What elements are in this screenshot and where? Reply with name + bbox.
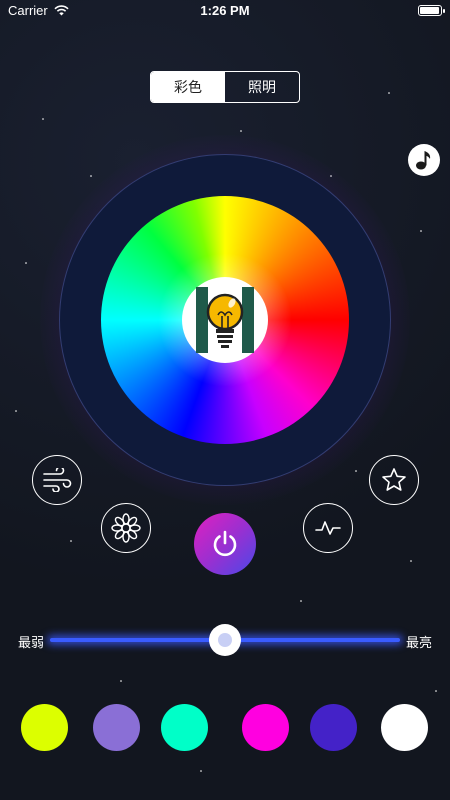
brightness-control: 最弱 最亮 xyxy=(0,623,450,657)
clock: 1:26 PM xyxy=(200,3,250,18)
preset-color-2[interactable] xyxy=(93,704,140,751)
preset-colors xyxy=(0,704,450,752)
flower-icon xyxy=(111,513,141,543)
brightness-slider-thumb[interactable] xyxy=(209,624,241,656)
preset-color-1[interactable] xyxy=(21,704,68,751)
status-bar: Carrier 1:26 PM xyxy=(0,0,450,22)
preset-color-4[interactable] xyxy=(242,704,289,751)
favorite-button[interactable] xyxy=(369,455,419,505)
power-button[interactable] xyxy=(194,513,256,575)
preset-color-3[interactable] xyxy=(161,704,208,751)
tab-color[interactable]: 彩色 xyxy=(151,72,225,102)
wind-mode-button[interactable] xyxy=(32,455,82,505)
tab-lighting[interactable]: 照明 xyxy=(225,72,299,102)
music-mode-button[interactable] xyxy=(408,144,440,176)
preset-color-6[interactable] xyxy=(381,704,428,751)
power-icon xyxy=(213,530,237,557)
preset-color-5[interactable] xyxy=(310,704,357,751)
brightness-max-label: 最亮 xyxy=(406,636,433,651)
mode-segmented-control: 彩色 照明 xyxy=(150,71,300,103)
flower-mode-button[interactable] xyxy=(101,503,151,553)
wind-icon xyxy=(43,468,72,492)
color-wheel-center[interactable] xyxy=(182,277,268,363)
star-icon xyxy=(382,468,406,491)
pulse-mode-button[interactable] xyxy=(303,503,353,553)
music-note-icon xyxy=(416,151,431,170)
brightness-min-label: 最弱 xyxy=(18,636,45,651)
pulse-icon xyxy=(315,521,341,535)
battery-icon xyxy=(418,5,445,16)
lightbulb-icon xyxy=(196,287,254,353)
